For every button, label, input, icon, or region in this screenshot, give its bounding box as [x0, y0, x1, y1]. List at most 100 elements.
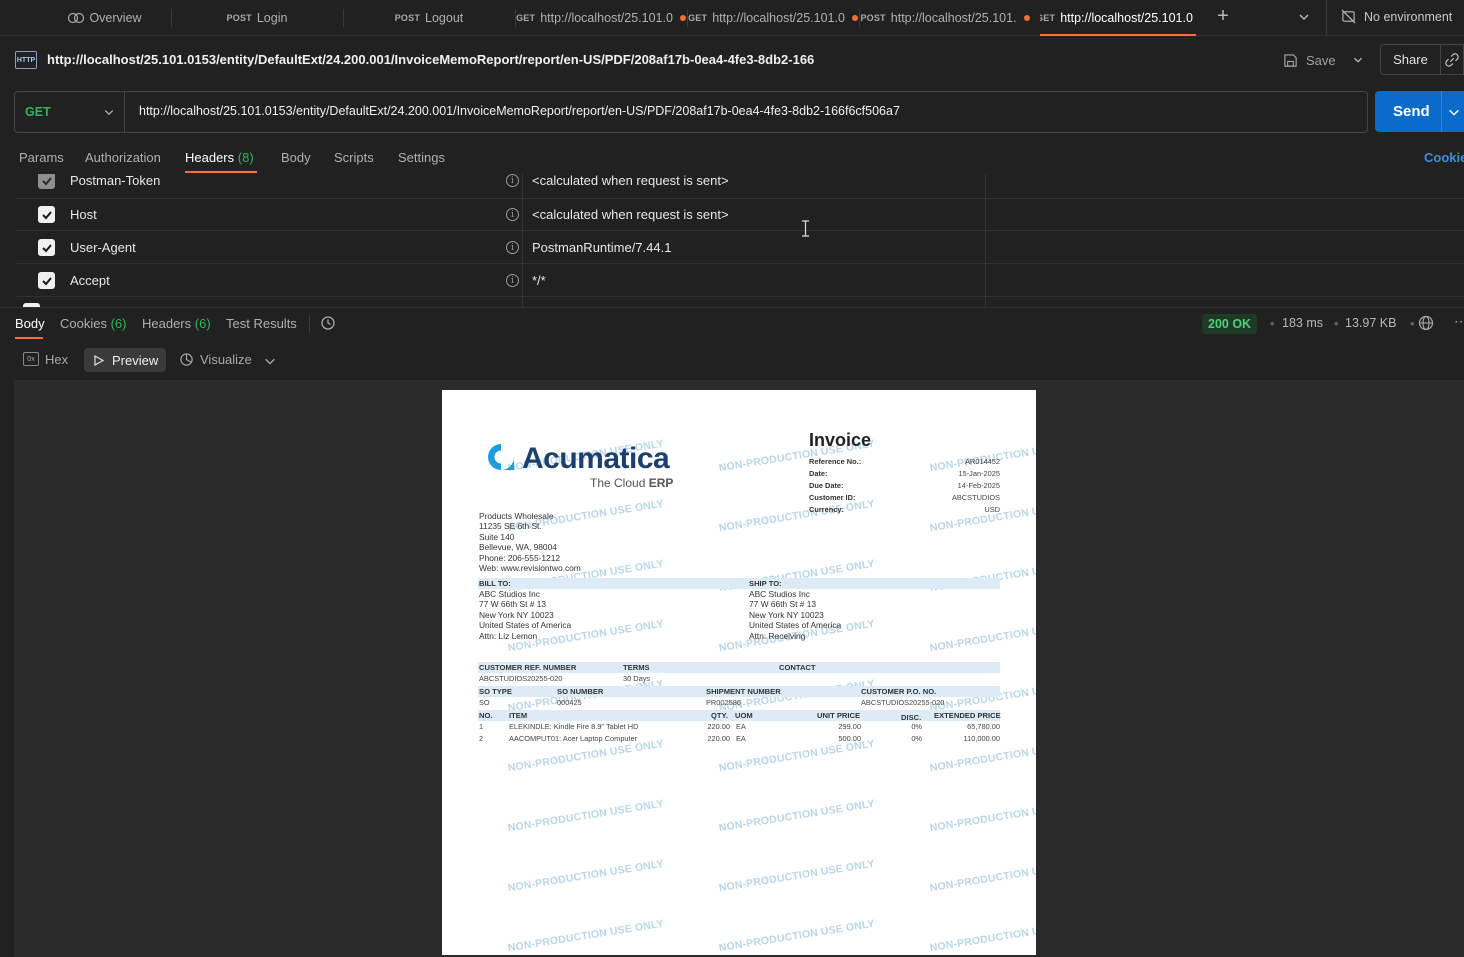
- response-tab-body[interactable]: Body: [15, 316, 45, 331]
- tab-params[interactable]: Params: [19, 150, 64, 165]
- preview-view-button[interactable]: Preview: [84, 348, 166, 372]
- more-options-icon[interactable]: ⋯: [1454, 313, 1464, 330]
- unsaved-dot-icon: [679, 15, 686, 21]
- share-button[interactable]: Share: [1380, 44, 1440, 75]
- tab-authorization[interactable]: Authorization: [85, 150, 161, 165]
- response-size[interactable]: 13.97 KB: [1345, 316, 1396, 330]
- text-cursor-icon: [801, 220, 810, 237]
- bill-to-label: BILL TO:: [479, 579, 511, 588]
- response-tab-headers[interactable]: Headers (6): [142, 316, 211, 331]
- line-no: 1: [479, 722, 484, 731]
- save-button[interactable]: Save: [1283, 46, 1336, 74]
- response-tab-cookies[interactable]: Cookies (6): [60, 316, 126, 331]
- method-select[interactable]: GET: [15, 92, 125, 132]
- hex-view-button[interactable]: Hex: [45, 352, 68, 367]
- response-headers-label: Headers: [142, 316, 192, 331]
- tab-overview[interactable]: Overview: [40, 0, 170, 36]
- tab-headers[interactable]: Headers (8): [185, 150, 254, 165]
- address-line: ABC Studios Inc: [479, 589, 540, 599]
- headers-count: (8): [237, 150, 254, 165]
- response-time[interactable]: 183 ms: [1282, 316, 1323, 330]
- line-disc: 0%: [911, 734, 922, 743]
- line-qty: 220.00: [707, 722, 730, 731]
- send-button[interactable]: Send: [1375, 91, 1464, 132]
- pdf-page[interactable]: NON-PRODUCTION USE ONLY NON-PRODUCTION US…: [442, 390, 1036, 955]
- active-tab-indicator: [185, 171, 257, 173]
- tab-post-logout[interactable]: POST Logout: [344, 0, 514, 36]
- tab-label: Logout: [425, 11, 464, 25]
- no-environment-icon: [1341, 9, 1356, 24]
- header-key: User-Agent: [70, 240, 136, 255]
- play-icon: [94, 354, 104, 366]
- response-tab-test-results[interactable]: Test Results: [226, 316, 297, 331]
- watermark-text: NON-PRODUCTION USE ONLY: [718, 857, 876, 895]
- header-checkbox[interactable]: [38, 174, 55, 189]
- copy-link-button[interactable]: [1440, 44, 1464, 75]
- active-tab-indicator: [15, 337, 43, 339]
- address-line: ABC Studios Inc: [749, 589, 810, 599]
- cookies-link[interactable]: Cookie: [1424, 150, 1464, 165]
- header-checkbox[interactable]: [38, 272, 55, 289]
- response-cookies-label: Cookies: [60, 316, 107, 331]
- meta-label: Date:: [809, 469, 828, 478]
- watermark-text: NON-PRODUCTION USE ONLY: [718, 497, 876, 535]
- method-badge: POST: [394, 13, 421, 23]
- brand-name: Acumatica: [522, 442, 670, 475]
- globe-icon[interactable]: [1418, 315, 1434, 334]
- request-name[interactable]: http://localhost/25.101.0153/entity/Defa…: [47, 52, 814, 67]
- save-dropdown-chevron-icon[interactable]: [1350, 53, 1366, 70]
- header-checkbox[interactable]: [38, 206, 55, 223]
- header-key: Accept: [70, 273, 110, 288]
- address-line: 11235 SE 6th St.: [479, 521, 542, 532]
- unsaved-dot-icon: [851, 15, 858, 21]
- tab-scripts[interactable]: Scripts: [334, 150, 374, 165]
- tab-body[interactable]: Body: [281, 150, 311, 165]
- method-value: GET: [25, 105, 51, 119]
- address-line: Phone: 206-555-1212: [479, 552, 561, 563]
- line-ext: 110,000.00: [963, 734, 1000, 743]
- tabs-dropdown-chevron-icon[interactable]: [1296, 9, 1312, 28]
- address-line: Bellevue, WA, 98004: [479, 542, 557, 553]
- link-icon: [1445, 52, 1459, 67]
- hex-icon: 0x: [23, 352, 39, 366]
- meta-value: USD: [984, 505, 1000, 514]
- history-icon[interactable]: [320, 315, 336, 334]
- address-line: New York NY 10023: [749, 609, 824, 620]
- environment-selector[interactable]: No environment: [1341, 9, 1452, 24]
- tab-get-request-2[interactable]: GET http://localhost/25.101.0: [688, 0, 858, 36]
- so-type-header: SO TYPE: [479, 687, 512, 696]
- table-row: Accept i */*: [15, 264, 1464, 297]
- watermark-text: NON-PRODUCTION USE ONLY: [929, 858, 1036, 895]
- url-input[interactable]: http://localhost/25.101.0153/entity/Defa…: [139, 104, 900, 118]
- tab-bar: Overview POST Login POST Logout GET http…: [0, 0, 1464, 36]
- line-no: 2: [479, 734, 484, 743]
- header-checkbox[interactable]: [38, 239, 55, 256]
- visualize-view-button[interactable]: Visualize: [179, 352, 252, 367]
- tab-post-login[interactable]: POST Login: [172, 0, 342, 36]
- view-mode-chevron-icon[interactable]: [263, 354, 277, 371]
- overview-icon: [68, 12, 85, 24]
- line-uom: EA: [736, 734, 746, 743]
- unsaved-dot-icon: [1023, 15, 1030, 21]
- shipment-number-header: SHIPMENT NUMBER: [706, 687, 781, 696]
- line-price-header: UNIT PRICE: [817, 711, 861, 720]
- http-request-icon: HTTP: [15, 51, 37, 69]
- visualize-label: Visualize: [200, 352, 252, 367]
- tab-get-request-active[interactable]: GET http://localhost/25.101.0: [1040, 0, 1196, 36]
- header-key: Host: [70, 207, 97, 222]
- tab-get-request-1[interactable]: GET http://localhost/25.101.0: [516, 0, 686, 36]
- line-qty-header: QTY.: [711, 711, 728, 720]
- tab-settings[interactable]: Settings: [398, 150, 445, 165]
- response-headers-count: (6): [194, 316, 211, 331]
- so-number-value: 000425: [557, 698, 582, 707]
- send-options-chevron-icon[interactable]: [1447, 105, 1461, 119]
- tab-post-request[interactable]: POST http://localhost/25.101.: [860, 0, 1030, 36]
- method-badge: POST: [226, 13, 252, 23]
- address-line: Web: www.revisiontwo.com: [479, 563, 581, 573]
- header-value: <calculated when request is sent>: [532, 174, 729, 188]
- method-badge: GET: [516, 13, 536, 23]
- address-line: United States of America: [749, 620, 842, 631]
- customer-ref-value: ABCSTUDIOS20255-020: [479, 674, 563, 683]
- new-tab-plus-icon[interactable]: +: [1214, 6, 1232, 26]
- info-icon: i: [506, 274, 519, 287]
